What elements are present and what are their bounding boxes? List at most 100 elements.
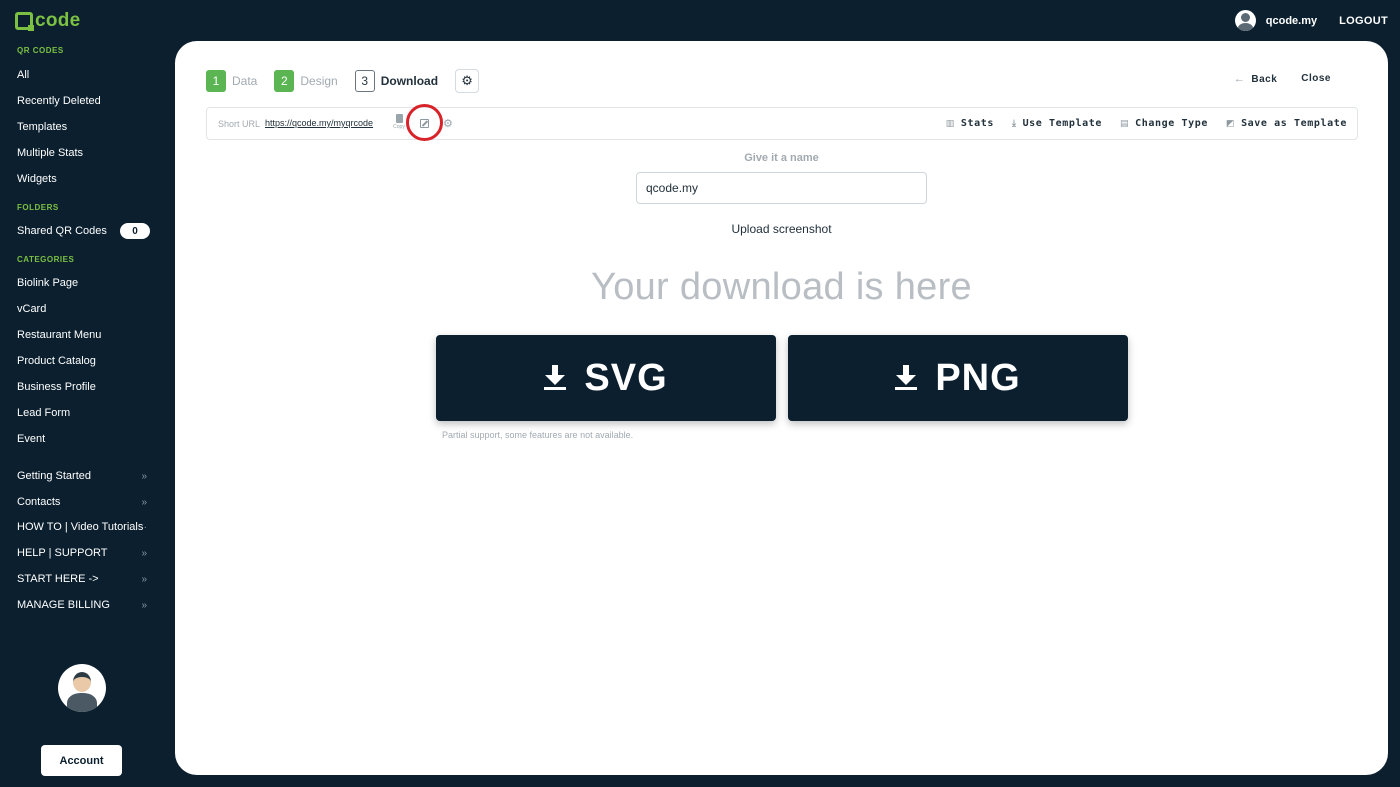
sidebar-item-product-catalog[interactable]: Product Catalog: [17, 355, 147, 367]
sidebar-item-label: Widgets: [17, 173, 57, 185]
copy-button[interactable]: Copy: [391, 114, 407, 130]
section-title-categories: CATEGORIES: [17, 255, 75, 264]
upload-screenshot-label[interactable]: Upload screenshot: [731, 222, 831, 236]
sidebar-item-label: Templates: [17, 121, 68, 133]
sidebar-item-vcard[interactable]: vCard: [17, 303, 147, 315]
use-template-button[interactable]: ⤓ Use Template: [1012, 118, 1102, 129]
sidebar-link-label: HOW TO | Video Tutorials: [17, 521, 144, 533]
account-avatar[interactable]: [58, 664, 106, 712]
count-badge: 0: [120, 223, 150, 239]
copy-label: Copy: [393, 124, 405, 130]
qr-logo-icon: [15, 12, 34, 31]
chevron-right-icon: »: [141, 573, 147, 585]
url-actions: ▥ Stats ⤓ Use Template ▤ Change Type ◩ Save …: [946, 118, 1347, 129]
sidebar-item-shared-qr-codes[interactable]: Shared QR Codes 0: [17, 223, 150, 239]
account-button[interactable]: Account: [41, 745, 122, 776]
download-svg-label: SVG: [584, 356, 668, 399]
app-logo[interactable]: code: [15, 10, 81, 32]
step-label: Design: [300, 74, 338, 88]
sidebar-item-label: Shared QR Codes: [17, 225, 107, 237]
gear-icon[interactable]: ⚙: [443, 117, 453, 130]
step-download[interactable]: 3 Download: [354, 70, 439, 92]
short-url-bar: Short URL https://qcode.my/myqrcode Copy…: [206, 104, 1358, 141]
settings-button[interactable]: ⚙: [455, 69, 480, 93]
bar-chart-icon: ▥: [945, 118, 955, 129]
upload-screenshot-link: Upload screenshot: [175, 222, 1388, 236]
sidebar-item-label: Business Profile: [17, 381, 96, 393]
sidebar-item-label: Product Catalog: [17, 355, 96, 367]
sidebar-item-restaurant-menu[interactable]: Restaurant Menu: [17, 329, 147, 341]
sidebar-link-manage-billing[interactable]: MANAGE BILLING »: [17, 599, 147, 611]
user-area: qcode.my LOGOUT: [1234, 10, 1388, 31]
sidebar-item-label: Biolink Page: [17, 277, 79, 289]
sidebar: QR CODES All Recently Deleted Templates …: [0, 40, 175, 787]
top-actions: ← Back Close: [1234, 73, 1331, 85]
avatar-body-shape: [67, 693, 97, 712]
sidebar-link-label: MANAGE BILLING: [17, 599, 110, 611]
gear-icon: ⚙: [461, 73, 473, 88]
sidebar-item-business-profile[interactable]: Business Profile: [17, 381, 147, 393]
back-button[interactable]: ← Back: [1234, 73, 1277, 85]
close-button[interactable]: Close: [1301, 73, 1331, 85]
download-png-button[interactable]: PNG: [788, 335, 1128, 421]
save-as-template-button[interactable]: ◩ Save as Template: [1226, 118, 1347, 129]
section-title-qr-codes: QR CODES: [17, 46, 64, 55]
chevron-right-icon: »: [141, 547, 147, 559]
sidebar-item-label: Lead Form: [17, 407, 71, 419]
step-data[interactable]: 1 Data: [206, 70, 257, 92]
main-panel: 1 Data 2 Design 3 Download ⚙ ← Back Close…: [175, 41, 1388, 775]
sidebar-item-multiple-stats[interactable]: Multiple Stats: [17, 147, 147, 159]
download-svg-button[interactable]: SVG: [436, 335, 776, 421]
name-label: Give it a name: [744, 152, 819, 164]
sidebar-item-recently-deleted[interactable]: Recently Deleted: [17, 95, 147, 107]
copy-icon: [395, 114, 403, 123]
sidebar-link-label: Getting Started: [17, 470, 91, 482]
sidebar-item-label: vCard: [17, 303, 47, 315]
chevron-right-icon: »: [141, 599, 147, 611]
chevron-right-icon: »: [141, 470, 147, 482]
sidebar-link-start-here[interactable]: START HERE -> »: [17, 573, 147, 585]
short-url-link[interactable]: https://qcode.my/myqrcode: [265, 118, 373, 128]
change-type-button[interactable]: ▤ Change Type: [1120, 118, 1208, 129]
username[interactable]: qcode.my: [1266, 15, 1317, 27]
sidebar-item-label: Multiple Stats: [17, 147, 84, 159]
download-icon: ⤓: [1011, 118, 1017, 129]
name-input[interactable]: qcode.my: [636, 172, 927, 204]
action-label: Stats: [960, 118, 994, 129]
dot-icon: ·: [143, 521, 147, 533]
section-title-folders: FOLDERS: [17, 203, 59, 212]
action-label: Change Type: [1135, 118, 1208, 129]
sidebar-link-video-tutorials[interactable]: HOW TO | Video Tutorials ·: [17, 521, 147, 533]
sidebar-link-help-support[interactable]: HELP | SUPPORT »: [17, 547, 147, 559]
step-design[interactable]: 2 Design: [274, 70, 338, 92]
arrow-left-icon: ←: [1233, 73, 1246, 85]
step-number: 2: [274, 70, 295, 92]
sidebar-item-templates[interactable]: Templates: [17, 121, 147, 133]
sidebar-link-getting-started[interactable]: Getting Started »: [17, 470, 147, 482]
avatar-head-shape: [73, 672, 91, 692]
file-icon: ▤: [1120, 118, 1130, 129]
sidebar-item-widgets[interactable]: Widgets: [17, 173, 147, 185]
sidebar-item-lead-form[interactable]: Lead Form: [17, 407, 147, 419]
sidebar-item-label: All: [17, 69, 30, 81]
download-headline: Your download is here: [591, 266, 972, 308]
action-label: Use Template: [1022, 118, 1103, 129]
sidebar-link-label: Contacts: [17, 496, 61, 508]
user-avatar-icon[interactable]: [1234, 10, 1256, 31]
logout-button[interactable]: LOGOUT: [1339, 15, 1388, 27]
download-icon: [895, 365, 918, 391]
sidebar-link-contacts[interactable]: Contacts »: [17, 496, 147, 508]
sidebar-item-all[interactable]: All: [17, 69, 147, 81]
step-label: Data: [232, 74, 258, 88]
back-label: Back: [1251, 73, 1278, 85]
sidebar-item-biolink-page[interactable]: Biolink Page: [17, 277, 147, 289]
step-label: Download: [380, 74, 439, 88]
download-png-label: PNG: [935, 356, 1021, 399]
save-icon: ◩: [1225, 118, 1236, 129]
sidebar-item-event[interactable]: Event: [17, 433, 147, 445]
sidebar-item-label: Event: [17, 433, 46, 445]
action-label: Save as Template: [1241, 118, 1347, 129]
highlight-circle: [406, 104, 443, 141]
download-icon: [544, 365, 567, 391]
stats-button[interactable]: ▥ Stats: [946, 118, 994, 129]
